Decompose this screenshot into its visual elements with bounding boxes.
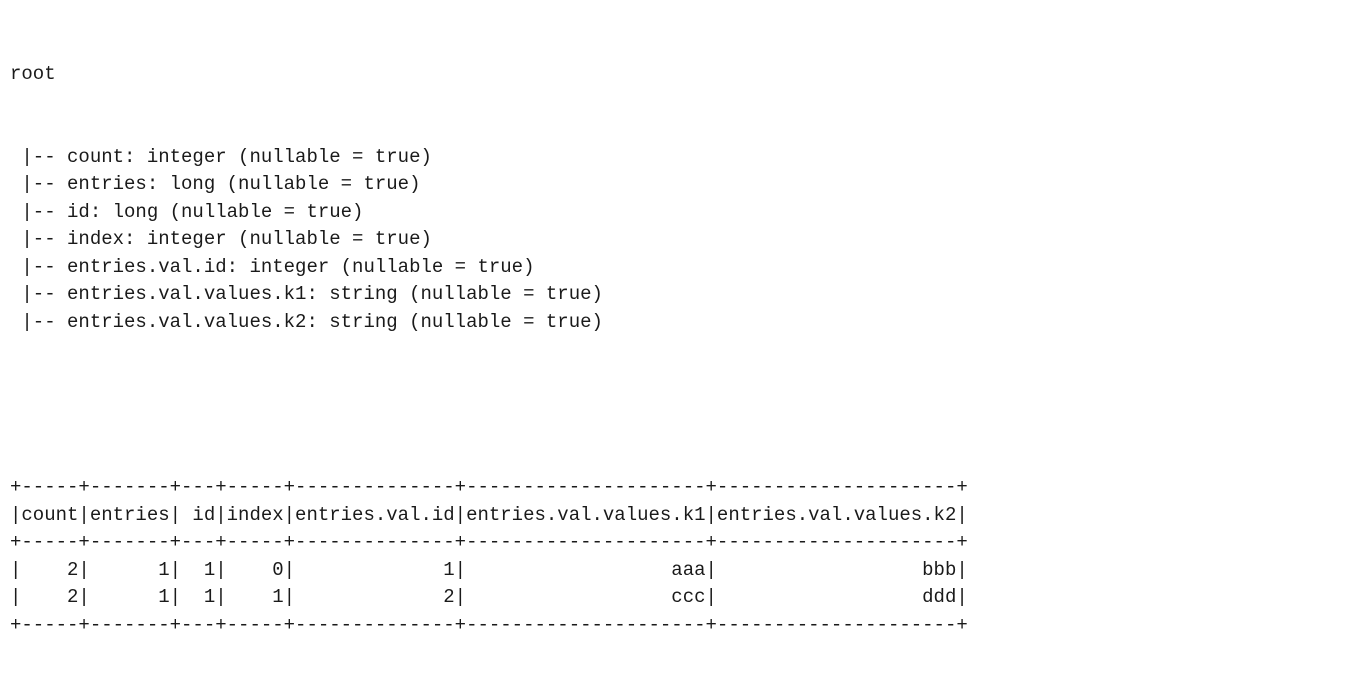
- spark-output: root |-- count: integer (nullable = true…: [0, 0, 1348, 687]
- schema-root: root: [10, 61, 1338, 89]
- schema-field: |-- entries.val.values.k2: string (nulla…: [10, 309, 1338, 337]
- schema-field: |-- id: long (nullable = true): [10, 199, 1338, 227]
- schema-field: |-- count: integer (nullable = true): [10, 144, 1338, 172]
- schema-field: |-- index: integer (nullable = true): [10, 226, 1338, 254]
- table-border: +-----+-------+---+-----+--------------+…: [10, 529, 1338, 557]
- table-border: +-----+-------+---+-----+--------------+…: [10, 474, 1338, 502]
- schema-field: |-- entries.val.id: integer (nullable = …: [10, 254, 1338, 282]
- blank-line: [10, 392, 1338, 420]
- schema-field: |-- entries: long (nullable = true): [10, 171, 1338, 199]
- schema-field: |-- entries.val.values.k1: string (nulla…: [10, 281, 1338, 309]
- table-header: |count|entries| id|index|entries.val.id|…: [10, 502, 1338, 530]
- table-border: +-----+-------+---+-----+--------------+…: [10, 612, 1338, 640]
- table-row: | 2| 1| 1| 0| 1| aaa| bbb|: [10, 557, 1338, 585]
- table-row: | 2| 1| 1| 1| 2| ccc| ddd|: [10, 584, 1338, 612]
